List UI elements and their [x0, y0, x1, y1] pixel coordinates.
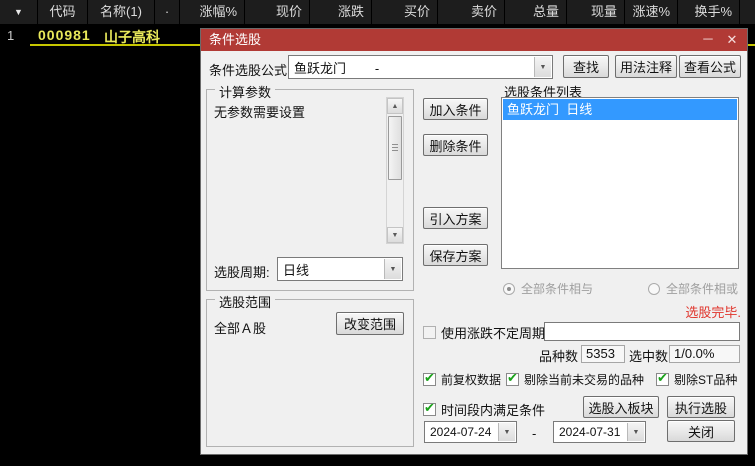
sort-indicator-icon[interactable]: · — [155, 0, 180, 24]
header-cell-turnover[interactable]: 换手% — [678, 0, 740, 24]
period-combobox[interactable]: 日线 ▼ — [277, 257, 403, 281]
scroll-up-icon[interactable]: ▲ — [387, 98, 403, 114]
checkbox-checked-icon[interactable]: ✔ — [656, 370, 669, 386]
time-range-label: 时间段内满足条件 — [441, 403, 546, 418]
exclude-st-checkbox[interactable]: ✔ 剔除ST品种 — [656, 370, 738, 388]
header-cell-name[interactable]: 名称(1) — [88, 0, 155, 24]
period-label: 选股周期: — [214, 265, 270, 280]
radio-and-label: 全部条件相与 — [521, 282, 594, 296]
dialog-body: 条件选股公式 鱼跃龙门 - ▼ 查找 用法注释 查看公式 计算参数 无参数需要设… — [201, 51, 747, 454]
condition-list-item[interactable]: 鱼跃龙门 日线 — [503, 99, 737, 120]
time-range-checkbox[interactable]: ✔ 时间段内满足条件 — [423, 400, 545, 419]
exclude-untraded-label: 剔除当前未交易的品种 — [524, 373, 645, 387]
params-scrollbar[interactable]: ▲ ▼ — [386, 97, 404, 244]
chevron-down-icon[interactable]: ▼ — [534, 57, 551, 77]
header-cell-volume[interactable]: 总量 — [505, 0, 567, 24]
exclude-untraded-checkbox[interactable]: ✔ 剔除当前未交易的品种 — [506, 370, 645, 388]
change-range-button[interactable]: 改变范围 — [336, 312, 404, 335]
find-button[interactable]: 查找 — [563, 55, 609, 78]
add-condition-button[interactable]: 加入条件 — [423, 98, 488, 120]
app-root: ▼ 代码 名称(1) · 涨幅% 现价 涨跌 买价 卖价 总量 现量 涨速% 换… — [0, 0, 755, 466]
header-cell-bid[interactable]: 买价 — [372, 0, 438, 24]
radio-selected-icon — [503, 282, 515, 295]
date-separator: - — [532, 426, 537, 441]
date-from-combobox[interactable]: 2024-07-24 ▼ — [424, 421, 517, 443]
header-cell-price[interactable]: 现价 — [245, 0, 310, 24]
calc-params-group: 计算参数 无参数需要设置 ▲ ▼ 选股周期: 日线 ▼ — [206, 82, 414, 291]
close-button[interactable]: 关闭 — [667, 420, 735, 442]
stock-range-label: 选股范围 — [215, 292, 276, 311]
irregular-period-input[interactable] — [544, 322, 740, 341]
row-index: 1 — [7, 28, 15, 43]
header-filler — [740, 0, 755, 24]
header-cell-change[interactable]: 涨跌 — [310, 0, 372, 24]
forward-adjusted-label: 前复权数据 — [441, 373, 502, 387]
stock-range-group: 选股范围 全部Ａ股 改变范围 — [206, 292, 414, 447]
radio-or-label: 全部条件相或 — [666, 282, 739, 296]
select-to-block-button[interactable]: 选股入板块 — [583, 396, 659, 418]
column-filter-icon[interactable]: ▼ — [0, 0, 38, 24]
irregular-period-label: 使用涨跌不定周期 — [441, 326, 546, 341]
view-formula-button[interactable]: 查看公式 — [679, 55, 741, 78]
header-cell-cur-volume[interactable]: 现量 — [567, 0, 625, 24]
radio-all-or: 全部条件相或 — [648, 280, 738, 297]
date-from-value: 2024-07-24 — [430, 425, 492, 439]
formula-combobox[interactable]: 鱼跃龙门 - ▼ — [288, 55, 553, 79]
dialog-titlebar: 条件选股 － ✕ — [201, 29, 747, 51]
selected-count-field: 1/0.0% — [669, 345, 740, 363]
period-value: 日线 — [283, 262, 310, 278]
header-cell-ask[interactable]: 卖价 — [438, 0, 505, 24]
exclude-st-label: 剔除ST品种 — [674, 373, 738, 387]
save-plan-button[interactable]: 保存方案 — [423, 244, 488, 266]
no-params-text: 无参数需要设置 — [214, 105, 306, 120]
close-icon[interactable]: ✕ — [721, 29, 743, 51]
header-cell-change-pct[interactable]: 涨幅% — [180, 0, 245, 24]
calc-params-label: 计算参数 — [215, 82, 276, 101]
checkbox-checked-icon[interactable]: ✔ — [423, 370, 436, 386]
minimize-button[interactable]: － — [697, 29, 719, 51]
dialog-title: 条件选股 — [209, 32, 262, 47]
chevron-down-icon[interactable]: ▼ — [627, 423, 644, 441]
count-label: 品种数 — [539, 349, 579, 364]
radio-unselected-icon — [648, 282, 660, 295]
status-text: 选股完毕. — [685, 305, 741, 320]
scrollbar-thumb[interactable] — [388, 116, 402, 180]
scroll-down-icon[interactable]: ▼ — [387, 227, 403, 243]
range-value: 全部Ａ股 — [214, 321, 267, 336]
stock-code: 000981 — [38, 27, 91, 43]
table-row[interactable]: 1 000981 山子高科 — [0, 27, 200, 45]
formula-label: 条件选股公式 — [209, 63, 288, 78]
forward-adjusted-checkbox[interactable]: ✔ 前复权数据 — [423, 370, 502, 388]
chevron-down-icon[interactable]: ▼ — [384, 259, 401, 279]
execute-select-button[interactable]: 执行选股 — [667, 396, 735, 418]
header-cell-code[interactable]: 代码 — [38, 0, 88, 24]
header-cell-speed[interactable]: 涨速% — [625, 0, 678, 24]
import-plan-button[interactable]: 引入方案 — [423, 207, 488, 229]
date-to-combobox[interactable]: 2024-07-31 ▼ — [553, 421, 646, 443]
checkbox-unchecked-icon[interactable] — [423, 326, 436, 339]
radio-all-and: 全部条件相与 — [503, 280, 593, 297]
chevron-down-icon[interactable]: ▼ — [498, 423, 515, 441]
usage-notes-button[interactable]: 用法注释 — [615, 55, 677, 78]
count-field: 5353 — [581, 345, 625, 363]
checkbox-checked-icon[interactable]: ✔ — [423, 400, 436, 416]
checkbox-checked-icon[interactable]: ✔ — [506, 370, 519, 386]
selected-count-label: 选中数 — [629, 349, 669, 364]
remove-condition-button[interactable]: 删除条件 — [423, 134, 488, 156]
table-header: ▼ 代码 名称(1) · 涨幅% 现价 涨跌 买价 卖价 总量 现量 涨速% 换… — [0, 0, 755, 24]
condition-listbox[interactable]: 鱼跃龙门 日线 — [501, 97, 739, 269]
formula-value: 鱼跃龙门 - — [294, 60, 380, 76]
irregular-period-checkbox[interactable]: 使用涨跌不定周期 — [423, 323, 545, 342]
condition-stock-dialog: 条件选股 － ✕ 条件选股公式 鱼跃龙门 - ▼ 查找 用法注释 查看公式 计算… — [200, 28, 748, 455]
date-to-value: 2024-07-31 — [559, 425, 621, 439]
